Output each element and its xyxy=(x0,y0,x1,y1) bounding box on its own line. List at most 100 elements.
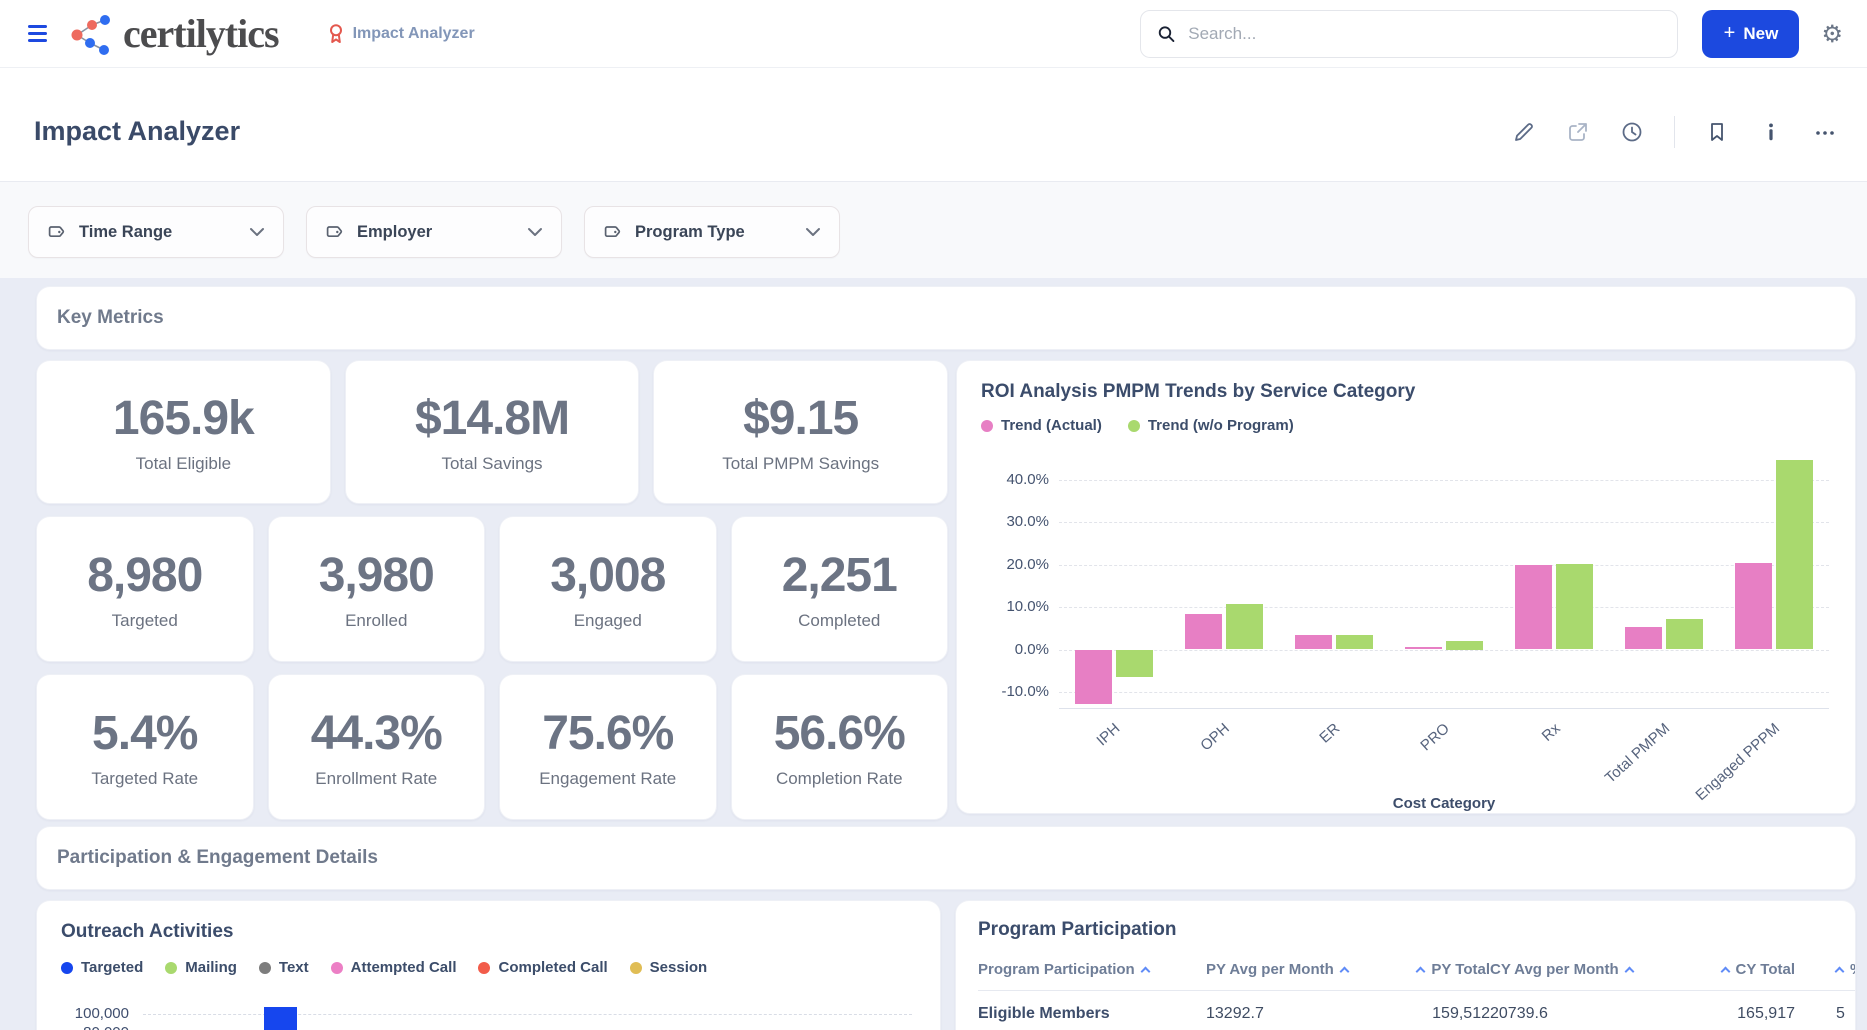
legend-item-completed-call[interactable]: Completed Call xyxy=(478,959,607,976)
metric-value: 8,980 xyxy=(87,548,202,603)
outreach-legend: Targeted Mailing Text Attempted Call Complet… xyxy=(61,959,916,976)
logo-network-icon xyxy=(69,12,115,56)
edit-pencil-icon[interactable] xyxy=(1512,120,1536,144)
metrics-grid: 165.9kTotal Eligible$14.8MTotal Savings$… xyxy=(36,360,948,820)
column-header-program-participation[interactable]: Program Participation xyxy=(978,961,1206,978)
legend-dot-icon xyxy=(1128,420,1140,432)
tag-icon xyxy=(47,222,67,242)
outreach-chart-title: Outreach Activities xyxy=(61,921,916,943)
legend-label: Completed Call xyxy=(498,959,607,976)
legend-item-trend-w-o-program[interactable]: Trend (w/o Program) xyxy=(1128,417,1294,434)
metric-value: 56.6% xyxy=(774,706,905,761)
more-ellipsis-icon[interactable] xyxy=(1813,120,1837,144)
legend-item-mailing[interactable]: Mailing xyxy=(165,959,237,976)
metric-value: 2,251 xyxy=(782,548,897,603)
bar-total-pmpm-trend-without-program[interactable] xyxy=(1666,619,1703,650)
x-tick-label: OPH xyxy=(1198,720,1234,754)
outreach-plot-area: 100,000 80,000 xyxy=(61,994,916,1030)
legend-item-targeted[interactable]: Targeted xyxy=(61,959,143,976)
metric-card-engaged: 3,008Engaged xyxy=(499,516,717,662)
search-icon xyxy=(1157,24,1176,44)
legend-item-text[interactable]: Text xyxy=(259,959,309,976)
gridline xyxy=(1059,522,1829,523)
y-tick-label: 80,000 xyxy=(61,1024,129,1030)
legend-item-trend-actual[interactable]: Trend (Actual) xyxy=(981,417,1102,434)
bar-engaged-pppm-trend-actual[interactable] xyxy=(1735,563,1772,650)
roi-x-axis-title: Cost Category xyxy=(1059,795,1829,812)
roi-legend: Trend (Actual) Trend (w/o Program) xyxy=(981,417,1831,434)
tag-icon xyxy=(325,222,345,242)
legend-label: Text xyxy=(279,959,309,976)
cell-py-avg-per-month: 13292.7 xyxy=(1206,1005,1398,1023)
bar-er-trend-without-program[interactable] xyxy=(1336,635,1373,649)
y-tick-label: 30.0% xyxy=(979,513,1049,530)
sort-caret-icon xyxy=(1140,966,1150,976)
breadcrumb[interactable]: Impact Analyzer xyxy=(327,23,475,44)
program-table-title: Program Participation xyxy=(978,919,1833,941)
metric-card-targeted: 8,980Targeted xyxy=(36,516,254,662)
key-metrics-section-header: Key Metrics xyxy=(36,286,1856,350)
y-tick-label: -10.0% xyxy=(979,683,1049,700)
column-label: Program Participation xyxy=(978,961,1135,978)
bar-rx-trend-without-program[interactable] xyxy=(1556,564,1593,649)
new-button[interactable]: + New xyxy=(1702,10,1799,58)
roi-chart-title: ROI Analysis PMPM Trends by Service Cate… xyxy=(981,381,1831,403)
metric-value: $9.15 xyxy=(743,391,858,446)
external-link-icon[interactable] xyxy=(1566,120,1590,144)
bookmark-icon[interactable] xyxy=(1705,120,1729,144)
bar-er-trend-actual[interactable] xyxy=(1295,635,1332,649)
history-clock-icon[interactable] xyxy=(1620,120,1644,144)
legend-dot-icon xyxy=(478,962,490,974)
table-row[interactable]: Eligible Members13292.7159,51220739.6165… xyxy=(978,1005,1856,1023)
legend-label: Mailing xyxy=(185,959,237,976)
metric-label: Total PMPM Savings xyxy=(722,454,879,474)
legend-label: Session xyxy=(650,959,708,976)
cell-cy-total: 165,917 xyxy=(1695,1005,1795,1023)
column-header-py-total[interactable]: PY Total xyxy=(1398,961,1490,978)
bar-rx-trend-actual[interactable] xyxy=(1515,565,1552,650)
column-label: CY Avg per Month xyxy=(1490,961,1619,978)
participation-section-header: Participation & Engagement Details xyxy=(36,826,1856,890)
metric-card-total-eligible: 165.9kTotal Eligible xyxy=(36,360,331,504)
y-tick-label: 100,000 xyxy=(61,1005,129,1022)
filter-label: Time Range xyxy=(79,223,172,242)
gridline xyxy=(1059,565,1829,566)
metric-label: Enrolled xyxy=(345,611,407,631)
column-header-py-avg-per-month[interactable]: PY Avg per Month xyxy=(1206,961,1398,978)
bar-iph-trend-actual[interactable] xyxy=(1075,650,1112,704)
filter-program-type[interactable]: Program Type xyxy=(584,206,840,258)
bar-pro-trend-without-program[interactable] xyxy=(1446,641,1483,650)
filter-time-range[interactable]: Time Range xyxy=(28,206,284,258)
metric-label: Targeted Rate xyxy=(91,769,198,789)
bar-total-pmpm-trend-actual[interactable] xyxy=(1625,627,1662,650)
filter-employer[interactable]: Employer xyxy=(306,206,562,258)
search-input[interactable] xyxy=(1188,24,1661,44)
bar-oph-trend-actual[interactable] xyxy=(1185,614,1222,649)
gridline xyxy=(1059,607,1829,608)
column-header-cy-total[interactable]: CY Total xyxy=(1695,961,1795,978)
column-label: PY Total xyxy=(1431,961,1490,978)
bar-targeted[interactable] xyxy=(264,1007,297,1030)
page-toolbar xyxy=(1512,116,1837,148)
chevron-down-icon xyxy=(249,227,265,237)
bar-iph-trend-without-program[interactable] xyxy=(1116,650,1153,678)
bar-oph-trend-without-program[interactable] xyxy=(1226,604,1263,650)
bar-pro-trend-actual[interactable] xyxy=(1405,647,1442,650)
legend-dot-icon xyxy=(259,962,271,974)
menu-icon[interactable] xyxy=(26,21,49,46)
tag-icon xyxy=(603,222,623,242)
program-participation-card: Program Participation Program Participat… xyxy=(955,900,1856,1030)
brand-wordmark: certilytics xyxy=(123,14,279,54)
filter-label: Employer xyxy=(357,223,432,242)
bar-engaged-pppm-trend-without-program[interactable] xyxy=(1776,460,1813,650)
chevron-down-icon xyxy=(527,227,543,237)
column-header-col[interactable]: % xyxy=(1795,961,1856,978)
settings-gear-icon[interactable]: ⚙ xyxy=(1821,22,1843,46)
column-header-cy-avg-per-month[interactable]: CY Avg per Month xyxy=(1490,961,1695,978)
legend-item-session[interactable]: Session xyxy=(630,959,708,976)
metric-value: 75.6% xyxy=(542,706,673,761)
info-icon[interactable] xyxy=(1759,120,1783,144)
legend-item-attempted-call[interactable]: Attempted Call xyxy=(331,959,457,976)
metric-value: 44.3% xyxy=(311,706,442,761)
certilytics-logo[interactable]: certilytics xyxy=(69,12,279,56)
